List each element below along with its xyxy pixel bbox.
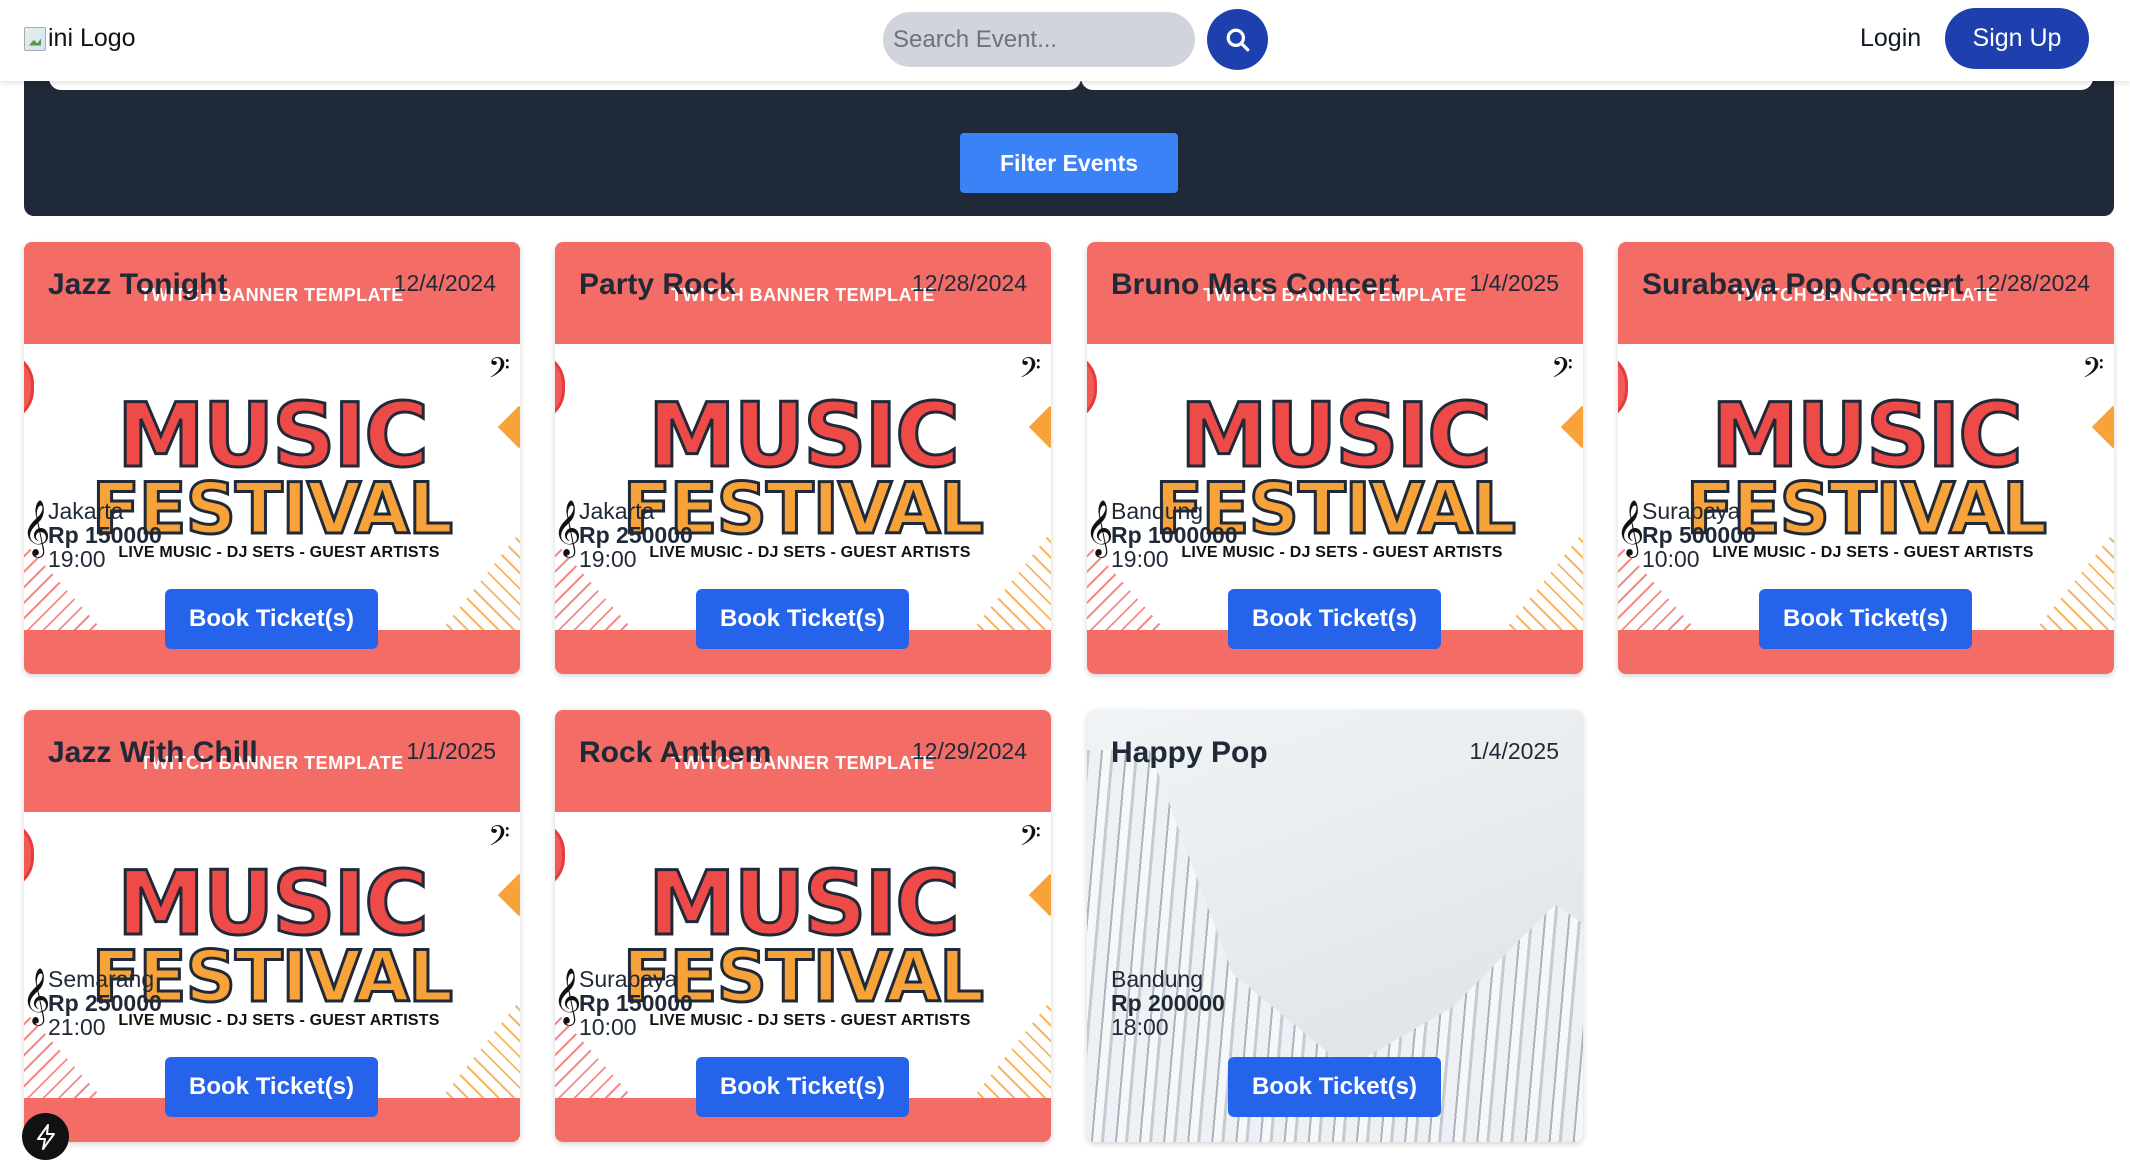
event-price: Rp 150000	[48, 522, 162, 548]
event-card[interactable]: TWITCH BANNER TEMPLATE 𝄢 𝄞 MUSIC FESTIVAL LIV…	[24, 242, 520, 674]
banner-title-line1: MUSIC	[116, 852, 431, 955]
event-title: Happy Pop	[1111, 736, 1268, 769]
event-title: Bruno Mars Concert	[1111, 268, 1400, 301]
book-tickets-button[interactable]: Book Ticket(s)	[1228, 1057, 1441, 1117]
event-time: 19:00	[579, 546, 637, 572]
quick-action-button[interactable]	[22, 1113, 69, 1160]
event-time: 19:00	[48, 546, 106, 572]
banner-title-line1: MUSIC	[647, 384, 962, 487]
broken-image-icon	[24, 26, 46, 51]
lightning-icon	[36, 1123, 55, 1150]
filter-events-button[interactable]: Filter Events	[960, 133, 1178, 193]
event-time: 21:00	[48, 1014, 106, 1040]
event-title: Jazz With Chill	[48, 736, 258, 769]
top-navbar: ini Logo Login Sign Up	[0, 0, 2130, 81]
book-tickets-button[interactable]: Book Ticket(s)	[165, 1057, 378, 1117]
event-date: 12/29/2024	[911, 738, 1027, 764]
event-card[interactable]: TWITCH BANNER TEMPLATE 𝄢 𝄞 MUSIC FESTIVAL LIV…	[1087, 242, 1583, 674]
bass-clef-icon: 𝄢	[488, 820, 510, 860]
signup-button[interactable]: Sign Up	[1945, 8, 2089, 69]
event-city: Surabaya	[579, 966, 678, 992]
event-date: 1/4/2025	[1469, 270, 1559, 296]
event-price: Rp 500000	[1642, 522, 1756, 548]
bass-clef-icon: 𝄢	[1551, 352, 1573, 392]
event-city: Semarang	[48, 966, 155, 992]
bass-clef-icon: 𝄢	[2082, 352, 2104, 392]
banner-title-line1: MUSIC	[1179, 384, 1494, 487]
banner-tagline: LIVE MUSIC - DJ SETS - GUEST ARTISTS	[118, 1012, 440, 1029]
banner-tagline: LIVE MUSIC - DJ SETS - GUEST ARTISTS	[649, 544, 971, 561]
event-card[interactable]: TWITCH BANNER TEMPLATE 𝄢 𝄞 MUSIC FESTIVAL LIV…	[555, 242, 1051, 674]
banner-tagline: LIVE MUSIC - DJ SETS - GUEST ARTISTS	[649, 1012, 971, 1029]
book-tickets-button[interactable]: Book Ticket(s)	[696, 1057, 909, 1117]
banner-title-line1: MUSIC	[116, 384, 431, 487]
event-city: Jakarta	[48, 498, 124, 524]
event-date: 12/4/2024	[393, 270, 496, 296]
page: Filter Events ini Logo Login Sign Up TWI…	[0, 0, 2130, 1160]
event-city: Surabaya	[1642, 498, 1741, 524]
book-tickets-button[interactable]: Book Ticket(s)	[165, 589, 378, 649]
event-city: Jakarta	[579, 498, 655, 524]
event-price: Rp 1000000	[1111, 522, 1238, 548]
search-icon	[1226, 28, 1249, 51]
bass-clef-icon: 𝄢	[1019, 352, 1041, 392]
book-tickets-button[interactable]: Book Ticket(s)	[696, 589, 909, 649]
event-time: 10:00	[1642, 546, 1700, 572]
event-title: Jazz Tonight	[48, 268, 228, 301]
search-button[interactable]	[1207, 9, 1268, 70]
banner-tagline: LIVE MUSIC - DJ SETS - GUEST ARTISTS	[1712, 544, 2034, 561]
login-link[interactable]: Login	[1860, 24, 1921, 53]
event-time: 18:00	[1111, 1014, 1169, 1040]
banner-title-line1: MUSIC	[1710, 384, 2025, 487]
event-price: Rp 200000	[1111, 990, 1225, 1016]
event-date: 1/4/2025	[1469, 738, 1559, 764]
bass-clef-icon: 𝄢	[1019, 820, 1041, 860]
event-title: Rock Anthem	[579, 736, 772, 769]
event-date: 12/28/2024	[911, 270, 1027, 296]
book-tickets-button[interactable]: Book Ticket(s)	[1228, 589, 1441, 649]
event-city: Bandung	[1111, 498, 1204, 524]
event-time: 19:00	[1111, 546, 1169, 572]
event-card[interactable]: TWITCH BANNER TEMPLATE 𝄢 𝄞 MUSIC FESTIVAL LIV…	[24, 710, 520, 1142]
event-price: Rp 250000	[579, 522, 693, 548]
site-logo[interactable]: ini Logo	[24, 24, 136, 53]
book-tickets-button[interactable]: Book Ticket(s)	[1759, 589, 1972, 649]
event-date: 1/1/2025	[406, 738, 496, 764]
event-time: 10:00	[579, 1014, 637, 1040]
event-card[interactable]: TWITCH BANNER TEMPLATE 𝄢 𝄞 MUSIC FESTIVAL LIV…	[555, 710, 1051, 1142]
event-date: 12/28/2024	[1974, 270, 2090, 296]
logo-alt-text: ini Logo	[48, 24, 136, 52]
banner-tagline: LIVE MUSIC - DJ SETS - GUEST ARTISTS	[118, 544, 440, 561]
event-title: Party Rock	[579, 268, 736, 301]
event-price: Rp 150000	[579, 990, 693, 1016]
search-input[interactable]	[883, 12, 1195, 67]
bass-clef-icon: 𝄢	[488, 352, 510, 392]
event-city: Bandung	[1111, 966, 1204, 992]
event-card[interactable]: TWITCH BANNER TEMPLATE 𝄢 𝄞 MUSIC FESTIVAL LIV…	[1618, 242, 2114, 674]
event-price: Rp 250000	[48, 990, 162, 1016]
event-card[interactable]: Happy Pop 1/4/2025 Bandung Rp 200000 18:00 Bo…	[1087, 710, 1583, 1142]
event-title: Surabaya Pop Concert	[1642, 268, 1964, 301]
banner-title-line1: MUSIC	[647, 852, 962, 955]
